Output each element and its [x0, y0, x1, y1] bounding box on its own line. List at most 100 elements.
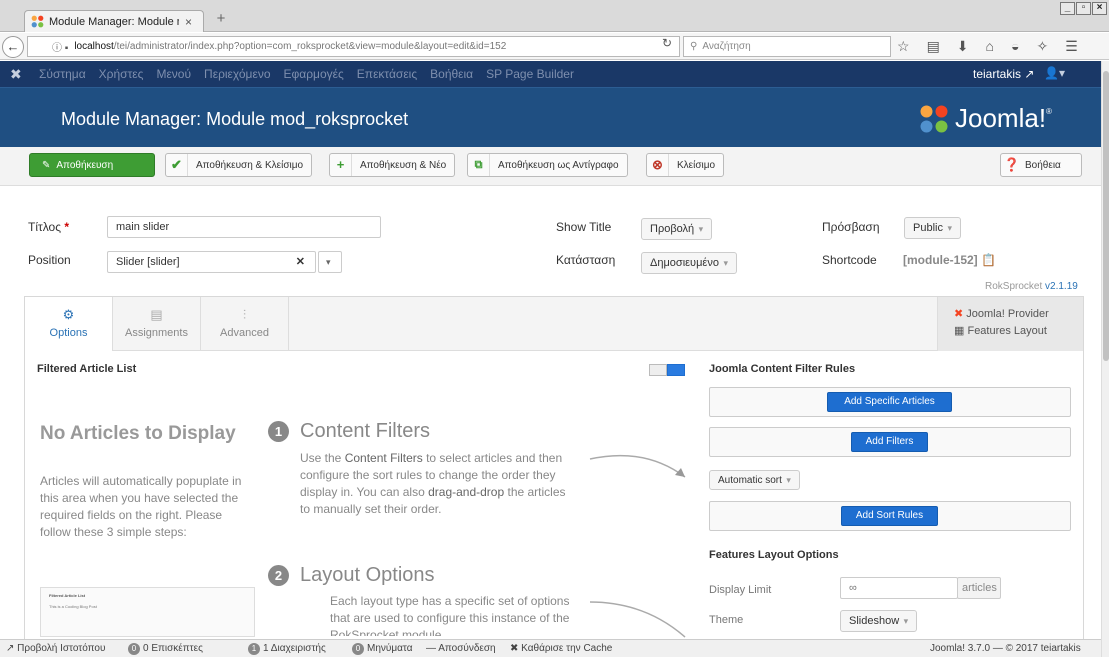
display-limit-label: Display Limit: [709, 584, 772, 596]
plus-icon: +: [330, 154, 352, 176]
joomla-logo-text: Joomla!: [955, 103, 1047, 133]
menu-item-menus[interactable]: Μενού: [156, 67, 191, 81]
close-window-button[interactable]: ×: [1092, 2, 1107, 15]
joomla-small-icon: ✖: [510, 643, 519, 654]
close-button[interactable]: ⊗ Κλείσιμο: [646, 153, 725, 177]
joomla-provider-icon: ✖: [954, 308, 964, 320]
example-thumbnail: Filtered Article List This is a Cooling …: [40, 587, 255, 637]
visitors-count[interactable]: 00 Επισκέπτες: [128, 643, 203, 655]
save-new-button[interactable]: + Αποθήκευση & Νέο: [329, 153, 456, 177]
position-dropdown-icon[interactable]: ▾: [318, 251, 342, 273]
provider-layout-info: ✖ Joomla! Provider ▦ Features Layout: [937, 297, 1083, 351]
bookmark-star-icon[interactable]: ☆: [897, 38, 910, 55]
messages-badge: 0: [352, 643, 364, 655]
menu-item-help[interactable]: Βοήθεια: [430, 67, 473, 81]
tab-close-icon[interactable]: ×: [185, 15, 192, 29]
joomla-favicon-icon: [31, 15, 44, 28]
menu-item-sp-page-builder[interactable]: SP Page Builder: [486, 67, 574, 81]
step-1-number: 1: [268, 421, 289, 442]
user-menu[interactable]: teiartakis ↗: [973, 67, 1034, 81]
reading-list-icon[interactable]: ▤: [927, 38, 940, 55]
clipboard-icon[interactable]: 📋: [981, 253, 996, 267]
save-button[interactable]: ✎ Αποθήκευση: [29, 153, 155, 177]
clear-icon[interactable]: ✕: [296, 252, 305, 272]
user-icon[interactable]: 👤▾: [1044, 66, 1065, 80]
menu-item-users[interactable]: Χρήστες: [99, 67, 144, 81]
access-select[interactable]: Public ▾: [904, 217, 961, 239]
list-view-icon[interactable]: [667, 364, 685, 376]
reload-icon[interactable]: ↻: [662, 36, 672, 50]
info-icon[interactable]: ⓘ ▪: [52, 39, 68, 54]
position-label: Position: [28, 253, 71, 267]
add-filters-button[interactable]: Add Filters: [851, 432, 928, 452]
help-button[interactable]: ❓ Βοήθεια: [1000, 153, 1082, 177]
browser-tab-bar: Module Manager: Module mod_r × + _ ▫ ×: [0, 0, 1109, 32]
maximize-button[interactable]: ▫: [1076, 2, 1091, 15]
tab-assignments[interactable]: ▤ Assignments: [113, 297, 201, 351]
back-arrow-icon[interactable]: ←: [2, 36, 24, 58]
position-select[interactable]: Slider [slider] ✕: [107, 251, 316, 273]
url-path: /tei/administrator/index.php?option=com_…: [113, 41, 507, 52]
filter-rules-title: Joomla Content Filter Rules: [709, 363, 856, 375]
grid-view-icon[interactable]: [649, 364, 667, 376]
menu-hamburger-icon[interactable]: ☰: [1065, 38, 1078, 55]
search-icon: ⚲: [690, 41, 698, 52]
check-icon: ✔: [166, 154, 188, 176]
scrollbar-thumb[interactable]: [1103, 71, 1109, 361]
save-close-button[interactable]: ✔ Αποθήκευση & Κλείσιμο: [165, 153, 313, 177]
menu-item-system[interactable]: Σύστημα: [39, 67, 86, 81]
browser-nav-bar: ← ⓘ ▪ localhost /tei/administrator/index…: [0, 33, 1109, 60]
show-title-select[interactable]: Προβολή ▾: [641, 218, 713, 240]
add-specific-articles-button[interactable]: Add Specific Articles: [827, 392, 952, 412]
display-limit-unit: articles: [957, 577, 1001, 599]
action-toolbar: ✎ Αποθήκευση ✔ Αποθήκευση & Κλείσιμο + Αποθ…: [0, 147, 1101, 186]
menu-item-content[interactable]: Περιεχόμενο: [204, 67, 270, 81]
logout-link[interactable]: — Αποσύνδεση: [426, 643, 496, 654]
automatic-sort-select[interactable]: Automatic sort ▾: [709, 470, 800, 490]
pocket-icon[interactable]: ◒: [1011, 38, 1019, 55]
messages-link[interactable]: 0 Μηνύματα: [352, 643, 413, 655]
tab-options[interactable]: ⚙ Options: [25, 297, 113, 351]
filters-box: Add Filters: [709, 427, 1071, 457]
filtered-article-list-title: Filtered Article List: [37, 363, 137, 375]
url-host: localhost: [74, 41, 114, 52]
address-bar[interactable]: ⓘ ▪ localhost /tei/administrator/index.p…: [27, 36, 680, 57]
home-icon[interactable]: ⌂: [986, 38, 994, 55]
specific-articles-box: Add Specific Articles: [709, 387, 1071, 417]
visitors-badge: 0: [128, 643, 140, 655]
page-title: Module Manager: Module mod_roksprocket: [61, 109, 409, 129]
joomla-menu-logo-icon[interactable]: ✖: [10, 66, 22, 83]
tab-advanced[interactable]: ⫶ Advanced: [201, 297, 289, 351]
sliders-icon: ⫶: [242, 307, 247, 322]
version-info: Joomla! 3.7.0 — © 2017 teiartakis: [930, 643, 1081, 654]
status-select[interactable]: Δημοσιευμένο ▾: [641, 252, 737, 274]
status-label: Κατάσταση: [556, 253, 616, 267]
title-input[interactable]: main slider: [107, 216, 381, 238]
display-limit-input[interactable]: ∞: [840, 577, 958, 599]
download-icon[interactable]: ⬇: [957, 38, 969, 55]
admin-menu-items: Σύστημα Χρήστες Μενού Περιεχόμενο Εφαρμο…: [39, 67, 574, 81]
features-layout-icon: ▦: [954, 325, 965, 337]
browser-search-input[interactable]: ⚲ Αναζήτηση: [683, 36, 891, 57]
shortcode-value: [module-152] 📋: [903, 253, 996, 267]
view-toggle[interactable]: [649, 364, 685, 376]
arrow-to-filters-icon: [589, 454, 686, 478]
module-panel: ⚙ Options ▤ Assignments ⫶ Advanced ✖ Joomla…: [24, 296, 1084, 646]
new-tab-button[interactable]: +: [212, 11, 230, 28]
clear-cache-link[interactable]: ✖ Καθάρισε την Cache: [510, 643, 612, 654]
theme-select[interactable]: Slideshow ▾: [840, 610, 918, 632]
add-sort-rules-button[interactable]: Add Sort Rules: [841, 506, 938, 526]
menu-item-extensions[interactable]: Επεκτάσεις: [357, 67, 417, 81]
save-copy-button[interactable]: ⧉ Αποθήκευση ως Αντίγραφο: [467, 153, 628, 177]
minimize-button[interactable]: _: [1060, 2, 1075, 15]
thumbnail-row: This is a Cooling Blog Post: [49, 604, 97, 609]
view-site-link[interactable]: ↗ Προβολή Ιστοτόπου: [6, 643, 105, 654]
page-scrollbar[interactable]: [1101, 61, 1109, 657]
title-label: Τίτλος *: [28, 220, 70, 234]
admins-count[interactable]: 11 Διαχειριστής: [248, 643, 326, 655]
options-tab-bar: ⚙ Options ▤ Assignments ⫶ Advanced ✖ Joomla…: [25, 297, 1083, 351]
extension-icon[interactable]: ✧: [1036, 38, 1048, 55]
menu-item-components[interactable]: Εφαρμογές: [284, 67, 344, 81]
browser-tab[interactable]: Module Manager: Module mod_r ×: [24, 10, 204, 32]
step-1-title: Content Filters: [300, 420, 431, 442]
